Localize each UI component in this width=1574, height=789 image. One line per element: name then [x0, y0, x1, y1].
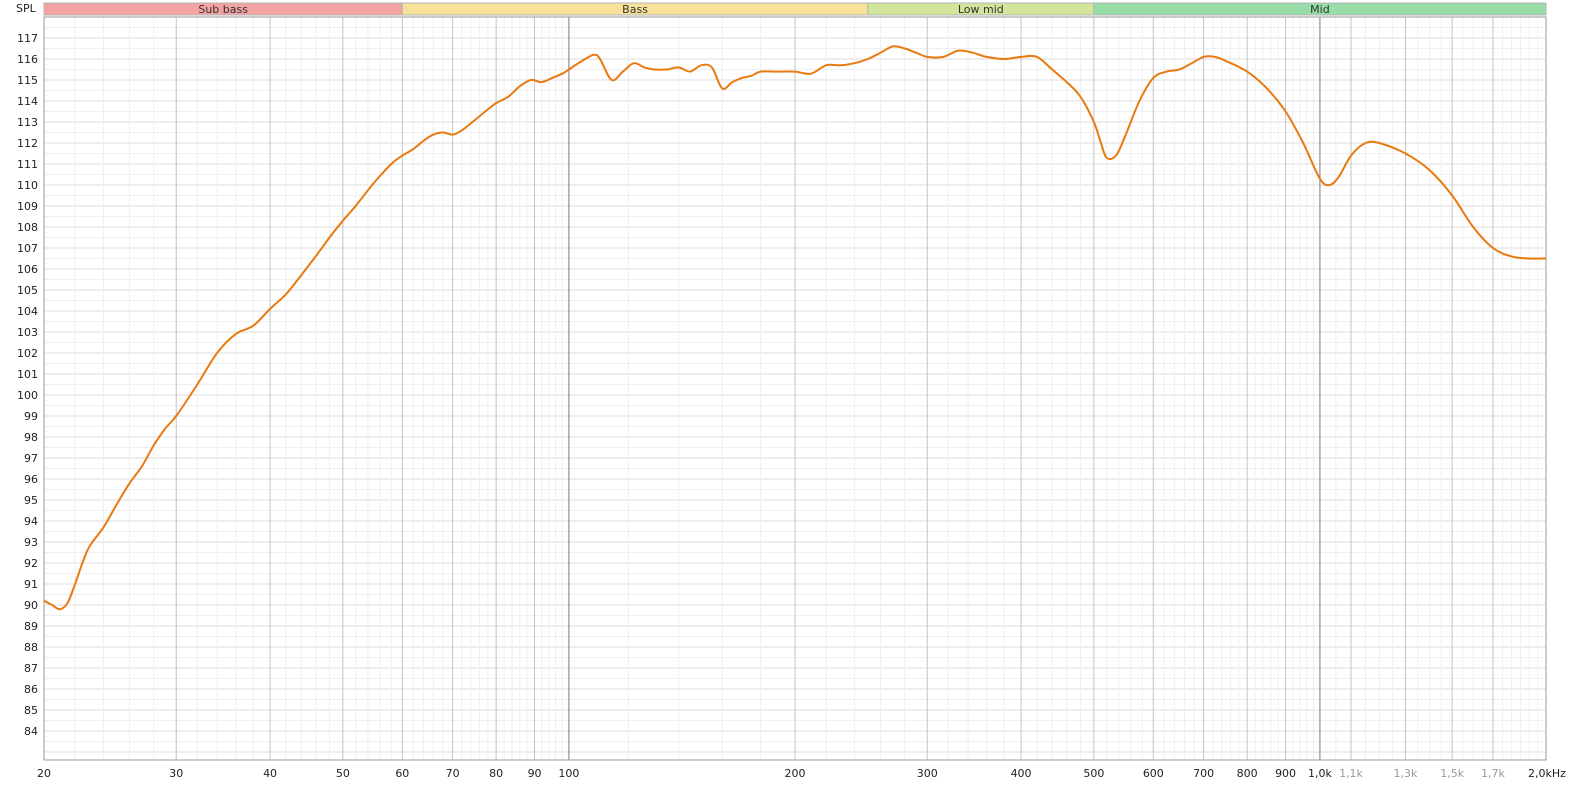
y-tick-label: 104	[17, 305, 38, 318]
x-tick-label: 30	[169, 767, 183, 780]
x-tick-label: 60	[395, 767, 409, 780]
y-tick-label: 92	[24, 557, 38, 570]
y-tick-label: 111	[17, 158, 38, 171]
y-tick-label: 90	[24, 599, 38, 612]
x-tick-label-minor: 1,7k	[1481, 767, 1505, 780]
y-tick-label: 114	[17, 95, 38, 108]
y-axis-label: SPL	[16, 2, 37, 15]
x-tick-label: 900	[1275, 767, 1296, 780]
y-tick-label: 100	[17, 389, 38, 402]
x-tick-label: 80	[489, 767, 503, 780]
y-tick-label: 107	[17, 242, 38, 255]
y-tick-label: 85	[24, 704, 38, 717]
x-tick-label: 800	[1237, 767, 1258, 780]
y-tick-label: 98	[24, 431, 38, 444]
y-tick-labels: 84 85 86 87 88 89 90 91 92 93 94 95 96 97 98 99 100 101 10…	[17, 32, 38, 738]
y-tick-label: 103	[17, 326, 38, 339]
x-tick-label: 20	[37, 767, 51, 780]
x-tick-label: 600	[1143, 767, 1164, 780]
band-label: Mid	[1310, 3, 1330, 16]
band-label: Sub bass	[198, 3, 248, 16]
y-tick-label: 113	[17, 116, 38, 129]
x-tick-label: 50	[336, 767, 350, 780]
y-tick-label: 109	[17, 200, 38, 213]
y-tick-label: 102	[17, 347, 38, 360]
y-tick-label: 88	[24, 641, 38, 654]
band-label: Bass	[622, 3, 648, 16]
y-tick-label: 93	[24, 536, 38, 549]
y-tick-label: 94	[24, 515, 38, 528]
x-tick-label-minor: 1,3k	[1394, 767, 1418, 780]
x-tick-label: 40	[263, 767, 277, 780]
y-tick-label: 84	[24, 725, 38, 738]
y-tick-label: 115	[17, 74, 38, 87]
x-tick-label: 70	[446, 767, 460, 780]
y-tick-label: 110	[17, 179, 38, 192]
y-tick-label: 108	[17, 221, 38, 234]
x-tick-label-minor: 1,1k	[1339, 767, 1363, 780]
x-tick-label: 1,0k	[1308, 767, 1332, 780]
grid-lines	[44, 17, 1546, 760]
frequency-response-chart: SPL Sub bass Bass Low mid Mid 84 85 86 87 88 89 9…	[16, 2, 1566, 780]
x-tick-label: 700	[1193, 767, 1214, 780]
x-tick-label: 100	[558, 767, 579, 780]
y-tick-label: 87	[24, 662, 38, 675]
x-tick-label: 500	[1083, 767, 1104, 780]
y-tick-label: 91	[24, 578, 38, 591]
x-unit-label: 2,0kHz	[1528, 767, 1566, 780]
y-tick-label: 112	[17, 137, 38, 150]
x-tick-label: 300	[917, 767, 938, 780]
y-tick-label: 101	[17, 368, 38, 381]
y-tick-label: 97	[24, 452, 38, 465]
y-tick-label: 95	[24, 494, 38, 507]
y-tick-label: 106	[17, 263, 38, 276]
y-tick-label: 105	[17, 284, 38, 297]
x-tick-label: 200	[785, 767, 806, 780]
y-tick-label: 86	[24, 683, 38, 696]
y-tick-label: 99	[24, 410, 38, 423]
x-tick-labels: 20 30 40 50 60 70 80 90 100 200 300 400 500 600 700 800…	[37, 767, 1506, 780]
y-tick-label: 116	[17, 53, 38, 66]
y-tick-label: 117	[17, 32, 38, 45]
y-tick-label: 96	[24, 473, 38, 486]
y-tick-label: 89	[24, 620, 38, 633]
x-tick-label: 90	[528, 767, 542, 780]
frequency-bands: Sub bass Bass Low mid Mid	[43, 2, 1547, 16]
x-tick-label: 400	[1011, 767, 1032, 780]
band-label: Low mid	[958, 3, 1004, 16]
x-tick-label-minor: 1,5k	[1440, 767, 1464, 780]
